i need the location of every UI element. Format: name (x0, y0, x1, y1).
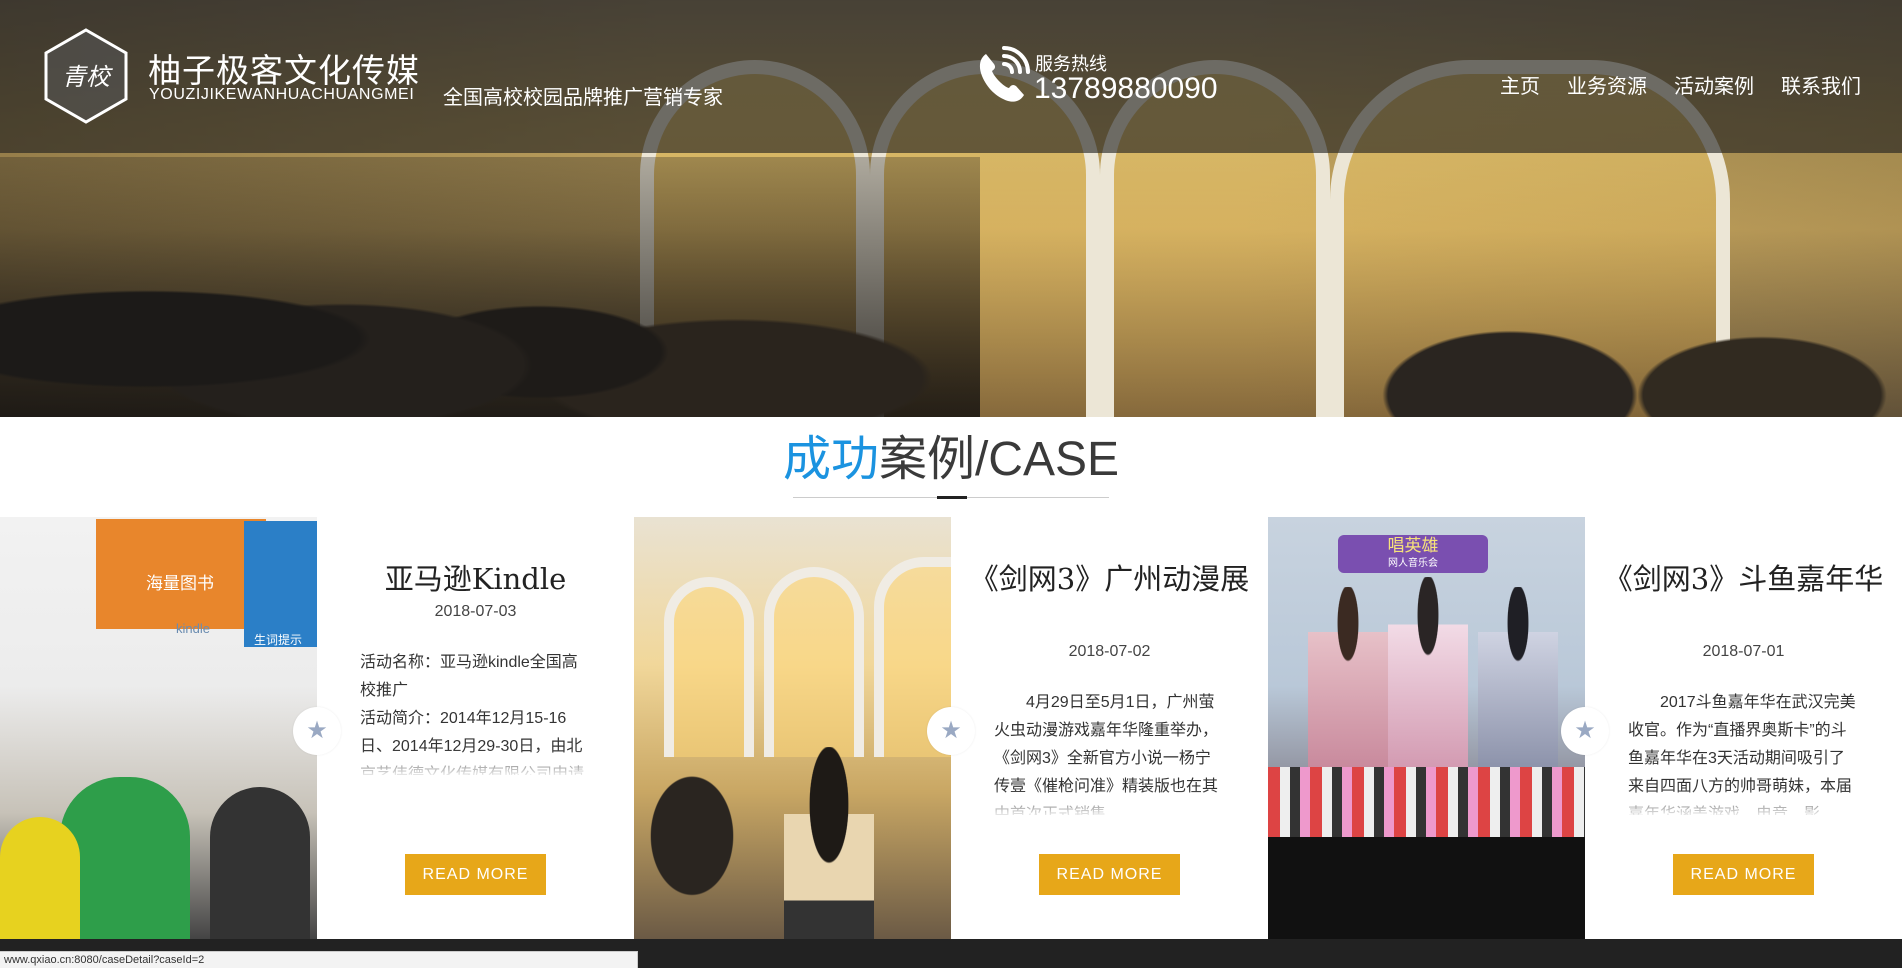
read-more-button[interactable]: READ MORE (1039, 854, 1180, 895)
case-title[interactable]: 《剑网3》斗鱼嘉年华 (1585, 559, 1902, 599)
image-sign-text: 生词提示 (254, 633, 303, 647)
hotline-number[interactable]: 13789880090 (1034, 72, 1218, 106)
case-description-line: 活动名称：亚马逊kindle全国高校推广 (360, 654, 578, 699)
brand-slogan: 全国高校校园品牌推广营销专家 (443, 87, 723, 109)
image-person (0, 817, 80, 939)
image-performers (1268, 767, 1585, 837)
image-sign-text: 海量图书 (146, 574, 214, 593)
image-character (1478, 587, 1558, 767)
case-card: 《剑网3》斗鱼嘉年华 2018-07-01 2017斗鱼嘉年华在武汉完美收官。作… (1585, 517, 1902, 939)
image-person (210, 787, 310, 939)
star-icon: ★ (293, 707, 341, 755)
hero-crowd (0, 157, 980, 417)
brand-pinyin: YOUZIJIKEWANHUACHUANGMEI (149, 86, 415, 103)
logo-icon[interactable]: 青校 (44, 28, 128, 124)
case-card: 亚马逊Kindle 2018-07-03 活动名称：亚马逊kindle全国高校推… (317, 517, 634, 939)
case-date: 2018-07-02 (1068, 643, 1151, 660)
text-fade (357, 749, 597, 777)
case-image[interactable]: 海量图书 生词提示 kindle (0, 517, 317, 939)
read-more-button[interactable]: READ MORE (405, 854, 546, 895)
top-navigation-bar: 青校 柚子极客文化传媒 YOUZIJIKEWANHUACHUANGMEI 全国高… (0, 0, 1902, 153)
case-title[interactable]: 《剑网3》广州动漫展 (951, 559, 1268, 599)
image-arch (764, 567, 864, 757)
case-date: 2018-07-01 (1702, 643, 1785, 660)
case-image[interactable] (634, 517, 951, 939)
page: { "header": { "logo_text": "青校", "brand_… (0, 0, 1902, 968)
image-stage (1268, 837, 1585, 939)
image-sign-text: kindle (176, 621, 210, 636)
brand-title: 柚子极客文化传媒 (148, 52, 420, 89)
nav-item-contact[interactable]: 联系我们 (1781, 70, 1861, 99)
image-banner-text: 网人音乐会 (1388, 558, 1438, 569)
image-person (644, 767, 764, 939)
browser-status-bar: www.qxiao.cn:8080/caseDetail?caseId=2 (0, 951, 638, 968)
nav-item-business-resources[interactable]: 业务资源 (1567, 70, 1647, 99)
text-fade (991, 789, 1231, 817)
case-image[interactable]: 唱英雄 网人音乐会 (1268, 517, 1585, 939)
image-sign: 海量图书 (96, 519, 266, 629)
case-date: 2018-07-03 (434, 603, 517, 620)
image-banner: 唱英雄 网人音乐会 (1338, 535, 1488, 573)
image-person (784, 747, 874, 939)
section-title: 成功案例/CASE (0, 430, 1902, 490)
star-icon: ★ (1561, 707, 1609, 755)
nav-item-home[interactable]: 主页 (1500, 70, 1540, 99)
phone-icon (979, 46, 1030, 102)
read-more-button[interactable]: READ MORE (1673, 854, 1814, 895)
image-character (1388, 577, 1468, 767)
star-icon: ★ (927, 707, 975, 755)
hero-people (1342, 197, 1902, 417)
logo-text: 青校 (62, 63, 113, 91)
image-banner-text: 唱英雄 (1387, 536, 1439, 555)
case-card: 《剑网3》广州动漫展 2018-07-02 4月29日至5月1日，广州萤火虫动漫… (951, 517, 1268, 939)
text-fade (1625, 789, 1865, 817)
section-title-highlight: 成功 (782, 433, 879, 486)
case-title[interactable]: 亚马逊Kindle (317, 559, 634, 599)
image-arch (664, 577, 754, 757)
main-nav: 主页 业务资源 活动案例 联系我们 (1500, 70, 1861, 99)
section-divider-accent (937, 496, 967, 499)
section-title-rest: 案例/CASE (878, 433, 1120, 486)
image-sign: 生词提示 (244, 521, 317, 647)
image-character (1308, 587, 1388, 767)
nav-item-cases[interactable]: 活动案例 (1674, 70, 1754, 99)
